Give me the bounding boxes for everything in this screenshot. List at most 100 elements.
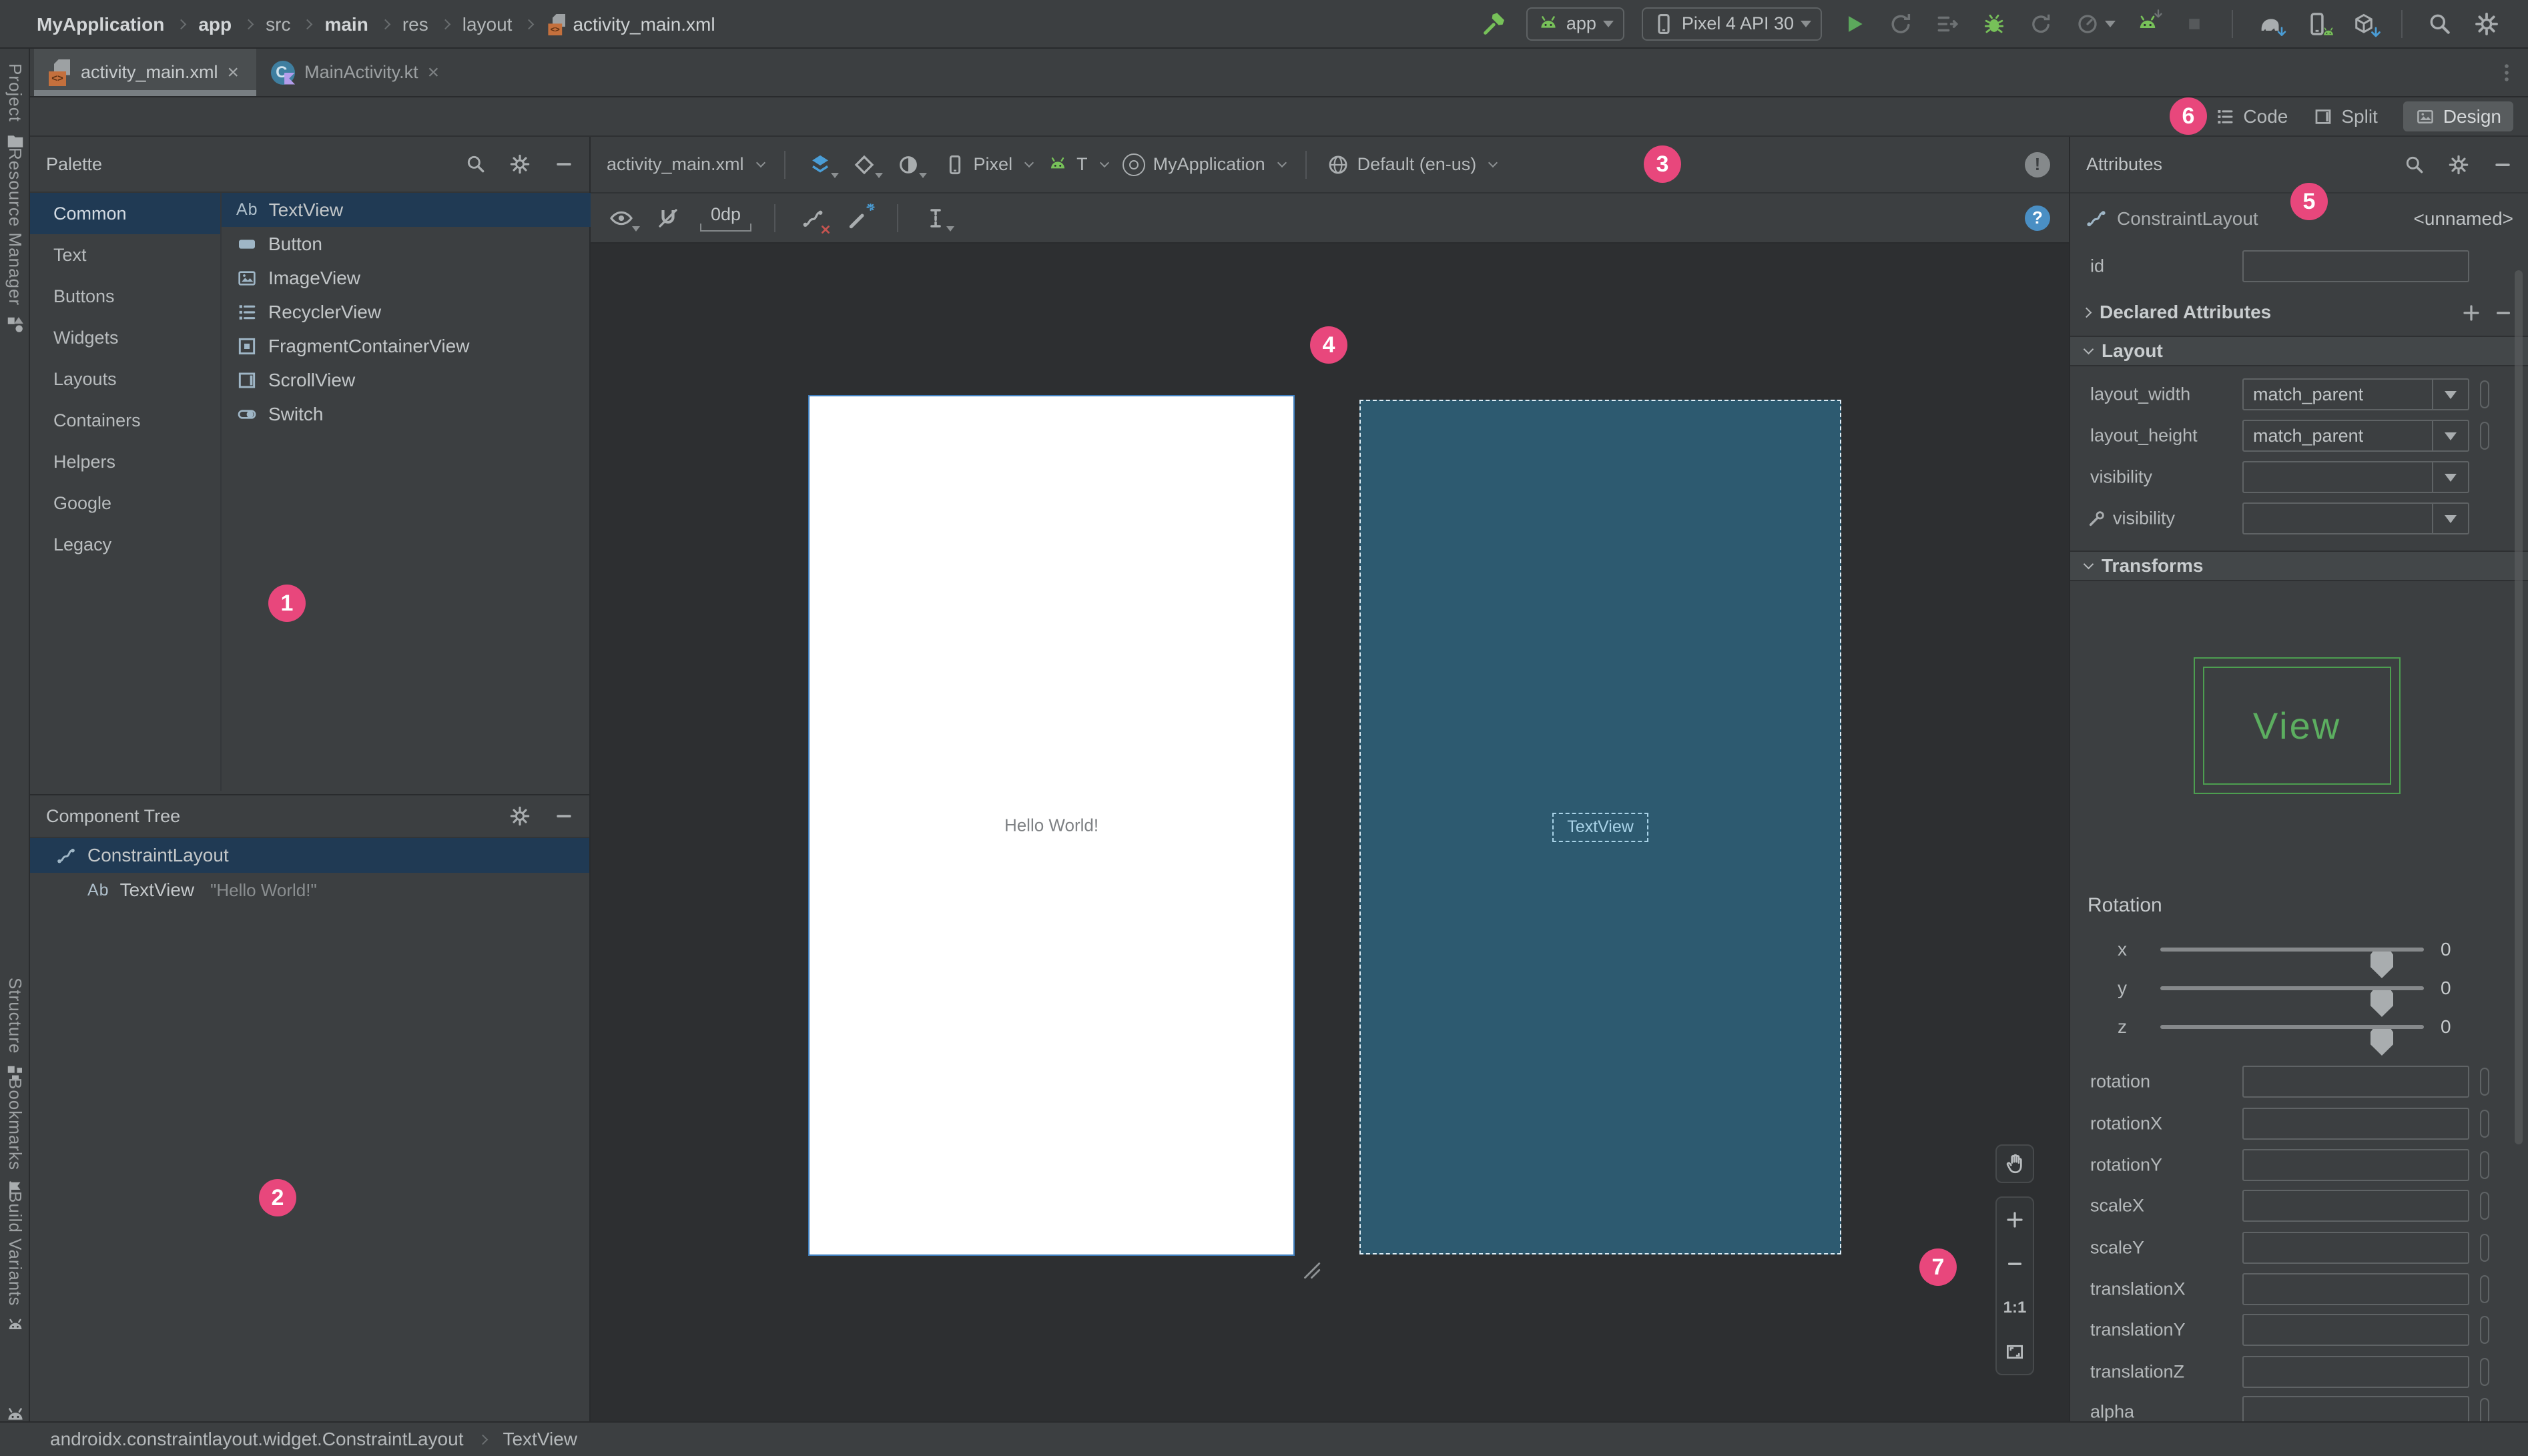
gear-icon[interactable] (2448, 154, 2469, 175)
debug-button[interactable] (1979, 9, 2009, 39)
attribute-toggle-pill[interactable] (2480, 1316, 2489, 1344)
autoconnect-magnet-icon[interactable] (653, 204, 683, 233)
rotationy-input[interactable] (2242, 1149, 2469, 1181)
default-margin-select[interactable]: 0dp (700, 204, 752, 232)
orientation-select[interactable] (850, 150, 883, 179)
slider-track[interactable] (2160, 1025, 2424, 1056)
alpha-input[interactable] (2242, 1396, 2469, 1421)
attribute-toggle-pill[interactable] (2480, 1151, 2489, 1179)
blueprint-textview[interactable]: TextView (1552, 812, 1648, 842)
slider-handle[interactable] (2371, 1029, 2393, 1056)
palette-item-imageview[interactable]: ImageView (222, 261, 591, 295)
night-mode-select[interactable] (894, 150, 927, 179)
locale-menu[interactable]: Default (en-us) (1327, 153, 1498, 176)
help-icon[interactable]: ? (2025, 205, 2050, 231)
device-manager-icon[interactable] (2302, 9, 2332, 39)
rotationx-input[interactable] (2242, 1108, 2469, 1140)
translationx-input[interactable] (2242, 1273, 2469, 1305)
resize-handle-icon[interactable] (1299, 1258, 1322, 1281)
sdk-manager-icon[interactable] (2349, 9, 2379, 39)
attribute-toggle-pill[interactable] (2480, 1398, 2489, 1421)
id-input[interactable] (2242, 250, 2469, 282)
palette-category-google[interactable]: Google (30, 482, 220, 524)
run-button[interactable] (1839, 9, 1869, 39)
theme-menu[interactable]: MyApplication (1122, 153, 1287, 176)
tab-options-kebab-icon[interactable] (2492, 58, 2521, 87)
palette-item-textview[interactable]: Ab TextView (222, 193, 591, 227)
scalex-input[interactable] (2242, 1190, 2469, 1222)
palette-category-widgets[interactable]: Widgets (30, 317, 220, 358)
slider-track[interactable] (2160, 948, 2424, 978)
palette-item-recyclerview[interactable]: RecyclerView (222, 295, 591, 329)
layout-width-select[interactable]: match_parent (2242, 378, 2469, 410)
attach-debugger-icon[interactable] (2133, 9, 2162, 39)
breadcrumb-src[interactable]: src (266, 14, 290, 35)
layout-section-header[interactable]: Layout (2070, 336, 2528, 366)
attribute-toggle-pill[interactable] (2480, 1068, 2489, 1096)
mode-design-button[interactable]: Design (2403, 101, 2513, 131)
api-version-menu[interactable]: T (1047, 154, 1109, 175)
transforms-section-header[interactable]: Transforms (2070, 551, 2528, 581)
apply-changes-icon[interactable] (1886, 9, 1915, 39)
minimize-icon[interactable] (553, 153, 575, 175)
sidebar-item-project[interactable]: Project (0, 63, 30, 151)
search-everywhere-icon[interactable] (2425, 9, 2455, 39)
slider-track[interactable] (2160, 986, 2424, 1017)
device-select[interactable]: Pixel 4 API 30 (1641, 7, 1822, 41)
pan-hand-button[interactable] (1995, 1144, 2034, 1183)
gradle-sync-icon[interactable] (2256, 9, 2285, 39)
file-menu[interactable]: activity_main.xml (607, 154, 765, 175)
zoom-out-button[interactable] (1997, 1242, 2033, 1286)
sidebar-item-structure[interactable]: Structure (0, 978, 30, 1084)
palette-category-containers[interactable]: Containers (30, 400, 220, 441)
mode-code-button[interactable]: Code (2215, 106, 2288, 127)
sidebar-item-build-variants[interactable]: Build Variants (0, 1191, 30, 1336)
breadcrumb-res[interactable]: res (402, 14, 428, 35)
gear-icon[interactable] (509, 805, 531, 827)
visibility-select[interactable] (2242, 461, 2469, 493)
run-tests-icon[interactable] (1933, 9, 1962, 39)
blueprint-surface[interactable]: TextView (1359, 400, 1841, 1254)
design-surface[interactable]: Hello World! (808, 395, 1295, 1256)
mode-split-button[interactable]: Split (2313, 106, 2378, 127)
scaley-input[interactable] (2242, 1232, 2469, 1264)
view-options-eye-icon[interactable] (607, 204, 640, 233)
close-icon[interactable]: × (428, 62, 440, 83)
pack-align-icon[interactable] (921, 204, 955, 233)
attribute-toggle-pill[interactable] (2480, 1110, 2489, 1138)
attribute-toggle-pill[interactable] (2480, 1275, 2489, 1303)
attribute-toggle-pill[interactable] (2480, 422, 2489, 450)
apply-code-changes-icon[interactable] (2026, 9, 2056, 39)
tab-main-activity-kt[interactable]: C MainActivity.kt × (256, 49, 456, 96)
breadcrumb-main[interactable]: main (324, 14, 368, 35)
palette-item-fragmentcontainerview[interactable]: FragmentContainerView (222, 329, 591, 363)
tree-item-textview[interactable]: Ab TextView "Hello World!" (30, 873, 589, 907)
status-breadcrumb-textview[interactable]: TextView (503, 1429, 577, 1450)
palette-category-layouts[interactable]: Layouts (30, 358, 220, 400)
translationy-input[interactable] (2242, 1314, 2469, 1346)
design-canvas[interactable]: Hello World! TextView 1:1 (591, 244, 2069, 1421)
attribute-toggle-pill[interactable] (2480, 1234, 2489, 1262)
close-icon[interactable]: × (228, 62, 240, 83)
zoom-fit-button[interactable] (1997, 1330, 2033, 1374)
rotation-input[interactable] (2242, 1066, 2469, 1098)
translationz-input[interactable] (2242, 1356, 2469, 1388)
palette-item-scrollview[interactable]: ScrollView (222, 363, 591, 397)
tree-item-constraintlayout[interactable]: ConstraintLayout (30, 838, 589, 873)
palette-category-helpers[interactable]: Helpers (30, 441, 220, 482)
zoom-in-button[interactable] (1997, 1198, 2033, 1242)
breadcrumb-layout[interactable]: layout (462, 14, 513, 35)
design-surface-select[interactable] (806, 150, 839, 179)
attribute-toggle-pill[interactable] (2480, 380, 2489, 408)
search-icon[interactable] (2404, 154, 2425, 175)
clear-constraints-icon[interactable] (798, 204, 828, 233)
attribute-toggle-pill[interactable] (2480, 1192, 2489, 1220)
breadcrumb-app[interactable]: app (198, 14, 232, 35)
palette-category-buttons[interactable]: Buttons (30, 276, 220, 317)
palette-category-legacy[interactable]: Legacy (30, 524, 220, 565)
palette-category-common[interactable]: Common (30, 193, 220, 234)
status-breadcrumb-constraintlayout[interactable]: androidx.constraintlayout.widget.Constra… (50, 1429, 463, 1450)
attribute-toggle-pill[interactable] (2480, 1358, 2489, 1386)
tools-visibility-select[interactable] (2242, 502, 2469, 534)
remove-attribute-button[interactable] (2493, 302, 2513, 323)
